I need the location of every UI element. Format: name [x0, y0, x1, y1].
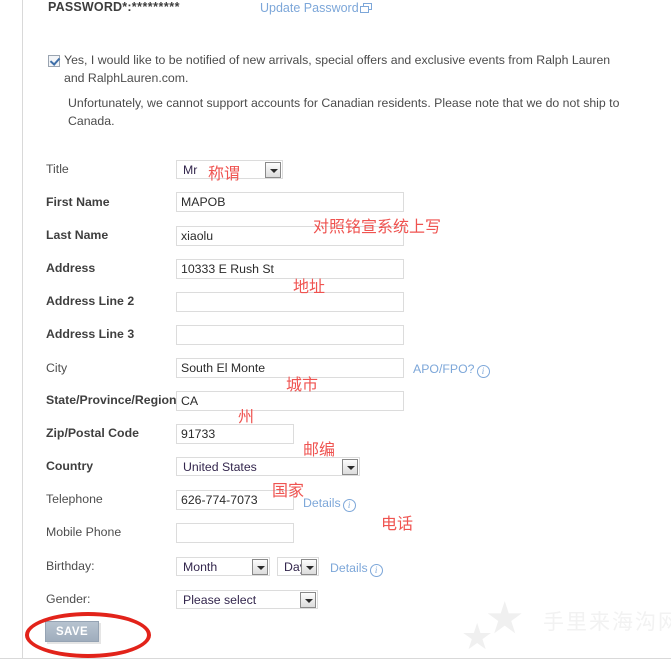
select-birth-day[interactable]: Day — [277, 557, 319, 576]
select-title[interactable]: Mr — [176, 160, 283, 179]
select-country[interactable]: United States — [176, 457, 360, 476]
account-form: Title Mr First Name Last Name Address Ad… — [0, 0, 671, 669]
label-address: Address — [46, 261, 96, 275]
label-zip: Zip/Postal Code — [46, 426, 139, 440]
input-address-line-3[interactable] — [176, 325, 404, 345]
info-circle-icon: i — [476, 365, 490, 378]
select-gender-value: Please select — [183, 592, 257, 607]
input-state[interactable] — [176, 391, 404, 411]
birthday-details-label: Details — [330, 561, 368, 575]
label-address-line-2: Address Line 2 — [46, 294, 135, 308]
label-gender: Gender: — [46, 592, 91, 606]
chevron-down-icon[interactable] — [265, 161, 281, 178]
chevron-down-icon[interactable] — [300, 591, 316, 608]
label-country: Country — [46, 459, 94, 473]
label-city: City — [46, 361, 68, 375]
select-title-value: Mr — [183, 162, 198, 177]
account-details-page: PASSWORD*:********* Update Password Yes,… — [0, 0, 671, 669]
select-gender[interactable]: Please select — [176, 590, 318, 609]
chevron-down-icon[interactable] — [252, 558, 268, 575]
input-city[interactable] — [176, 358, 404, 378]
label-first-name: First Name — [46, 195, 110, 209]
label-mobile-phone: Mobile Phone — [46, 525, 122, 539]
select-birth-month-value: Month — [183, 559, 218, 574]
telephone-details-label: Details — [303, 496, 341, 510]
label-title: Title — [46, 162, 69, 176]
info-circle-icon: i — [342, 499, 356, 512]
input-mobile-phone[interactable] — [176, 523, 294, 543]
birthday-details-link[interactable]: Details i — [330, 561, 383, 577]
label-birthday: Birthday: — [46, 559, 95, 573]
input-telephone[interactable] — [176, 490, 294, 510]
chevron-down-icon[interactable] — [342, 458, 358, 475]
select-country-value: United States — [183, 459, 257, 474]
apo-fpo-label: APO/FPO? — [413, 362, 475, 376]
input-address[interactable] — [176, 259, 404, 279]
save-button[interactable]: SAVE — [45, 621, 99, 642]
chevron-down-icon[interactable] — [301, 558, 317, 575]
select-birth-month[interactable]: Month — [176, 557, 270, 576]
input-zip[interactable] — [176, 424, 294, 444]
info-circle-icon: i — [369, 564, 383, 577]
label-state: State/Province/Region — [46, 393, 177, 407]
label-last-name: Last Name — [46, 228, 109, 242]
apo-fpo-link[interactable]: APO/FPO? i — [413, 362, 490, 378]
label-telephone: Telephone — [46, 492, 103, 506]
input-last-name[interactable] — [176, 226, 404, 246]
select-birth-day-value: Day — [284, 559, 301, 574]
input-first-name[interactable] — [176, 192, 404, 212]
label-address-line-3: Address Line 3 — [46, 327, 135, 341]
input-address-line-2[interactable] — [176, 292, 404, 312]
telephone-details-link[interactable]: Details i — [303, 496, 356, 512]
